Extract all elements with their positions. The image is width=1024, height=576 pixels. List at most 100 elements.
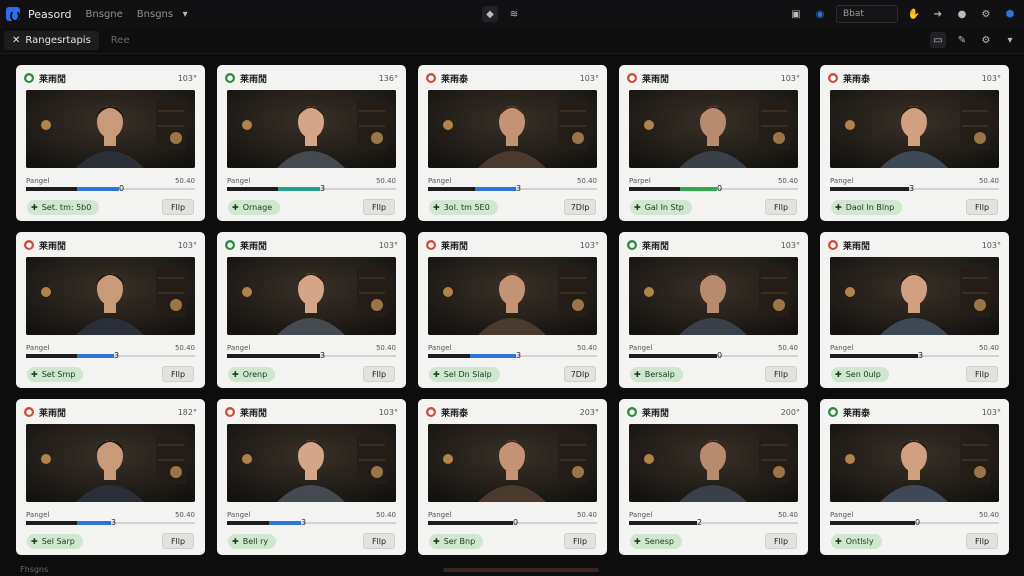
- slider-handle[interactable]: 3: [320, 184, 325, 193]
- video-card[interactable]: ● 莱雨閒 182° Pangel 50.40 3 ✚ Sel Sarp Fll…: [16, 399, 205, 555]
- video-card[interactable]: ● 莱雨泰 203° Pangel 50.40 0 ✚ Ser Bnp Fllp: [418, 399, 607, 555]
- sync-icon[interactable]: ◉: [812, 6, 828, 22]
- video-thumbnail[interactable]: [26, 424, 195, 502]
- action-pill-button[interactable]: ✚ Daol In Blnp: [831, 200, 903, 215]
- menu-item-1[interactable]: Bnsgne: [86, 9, 123, 20]
- flip-button[interactable]: Fllp: [966, 199, 998, 215]
- flip-button[interactable]: Fllp: [966, 366, 998, 382]
- shield-icon[interactable]: ⬢: [1002, 6, 1018, 22]
- horizontal-scrollbar[interactable]: [443, 568, 599, 572]
- video-thumbnail[interactable]: [830, 424, 999, 502]
- video-card[interactable]: ● 莱雨閒 136° Pangel 50.40 3 ✚ Ornage Fllp: [217, 65, 406, 221]
- video-card[interactable]: ● 莱雨泰 103°: [820, 65, 1009, 221]
- hand-icon[interactable]: ✋: [906, 6, 922, 22]
- video-thumbnail[interactable]: [26, 257, 195, 335]
- chevron-down-icon[interactable]: ▾: [177, 6, 193, 22]
- progress-slider[interactable]: 3: [830, 184, 999, 193]
- profile-icon[interactable]: ●: [954, 6, 970, 22]
- action-pill-button[interactable]: ✚ Ser Bnp: [429, 534, 484, 549]
- action-pill-button[interactable]: ✚ Senesp: [630, 534, 682, 549]
- action-pill-button[interactable]: ✚ Orenp: [228, 367, 276, 382]
- video-card[interactable]: ● 莱雨閒 103°: [16, 232, 205, 388]
- action-pill-button[interactable]: ✚ Sel Sarp: [27, 534, 83, 549]
- action-pill-button[interactable]: ✚ Gal In Stp: [630, 200, 692, 215]
- action-pill-button[interactable]: ✚ Set. tm: 5b0: [27, 200, 100, 215]
- slider-handle[interactable]: 0: [513, 518, 518, 527]
- progress-slider[interactable]: 3: [227, 518, 396, 527]
- flip-button[interactable]: Fllp: [765, 533, 797, 549]
- close-icon[interactable]: ✕: [12, 35, 20, 46]
- slider-handle[interactable]: 3: [320, 351, 325, 360]
- video-thumbnail[interactable]: [629, 90, 798, 168]
- action-pill-button[interactable]: ✚ Ontlsly: [831, 534, 882, 549]
- flip-button[interactable]: Fllp: [966, 533, 998, 549]
- slider-handle[interactable]: 3: [114, 351, 119, 360]
- flip-button[interactable]: Fllp: [363, 199, 395, 215]
- gear-icon[interactable]: ⚙: [978, 32, 994, 48]
- progress-slider[interactable]: 0: [629, 184, 798, 193]
- playback-icon[interactable]: ◆: [482, 6, 498, 22]
- waveform-icon[interactable]: ≋: [506, 6, 522, 22]
- action-pill-button[interactable]: ✚ 3ol. tm 5E0: [429, 200, 498, 215]
- flip-button[interactable]: Fllp: [162, 533, 194, 549]
- slider-handle[interactable]: 3: [516, 351, 521, 360]
- video-card[interactable]: ● 莱雨閒 103°: [418, 232, 607, 388]
- slider-handle[interactable]: 3: [909, 184, 914, 193]
- slider-handle[interactable]: 3: [918, 351, 923, 360]
- progress-slider[interactable]: 2: [629, 518, 798, 527]
- forward-icon[interactable]: ➔: [930, 6, 946, 22]
- slider-handle[interactable]: 3: [516, 184, 521, 193]
- action-pill-button[interactable]: ✚ Bell ry: [228, 534, 277, 549]
- progress-slider[interactable]: 3: [227, 184, 396, 193]
- tab-main[interactable]: ✕ Rangesrtapis: [4, 31, 99, 50]
- pin-icon[interactable]: ✎: [954, 32, 970, 48]
- video-thumbnail[interactable]: [830, 90, 999, 168]
- video-card[interactable]: ● 莱雨閒 103°: [16, 65, 205, 221]
- slider-handle[interactable]: 0: [119, 184, 124, 193]
- menu-item-2[interactable]: Bnsgns: [137, 9, 173, 20]
- slider-handle[interactable]: 3: [111, 518, 116, 527]
- video-card[interactable]: ● 莱雨閒 103°: [619, 65, 808, 221]
- video-thumbnail[interactable]: [26, 90, 195, 168]
- progress-slider[interactable]: 3: [428, 351, 597, 360]
- flip-button[interactable]: Fllp: [162, 366, 194, 382]
- progress-slider[interactable]: 0: [830, 518, 999, 527]
- slider-handle[interactable]: 2: [697, 518, 702, 527]
- video-thumbnail[interactable]: [227, 424, 396, 502]
- flip-button[interactable]: 7Dlp: [564, 199, 596, 215]
- progress-slider[interactable]: 0: [629, 351, 798, 360]
- progress-slider[interactable]: 0: [26, 184, 195, 193]
- video-thumbnail[interactable]: [227, 257, 396, 335]
- video-card[interactable]: ● 莱雨閒 103°: [820, 232, 1009, 388]
- slider-handle[interactable]: 0: [717, 351, 722, 360]
- search-input[interactable]: Bbat: [836, 5, 898, 23]
- progress-slider[interactable]: 3: [26, 518, 195, 527]
- progress-slider[interactable]: 3: [26, 351, 195, 360]
- slider-handle[interactable]: 3: [301, 518, 306, 527]
- action-pill-button[interactable]: ✚ Set Smp: [27, 367, 84, 382]
- slider-handle[interactable]: 0: [915, 518, 920, 527]
- slider-handle[interactable]: 0: [717, 184, 722, 193]
- progress-slider[interactable]: 3: [227, 351, 396, 360]
- action-pill-button[interactable]: ✚ Bersalp: [630, 367, 683, 382]
- flip-button[interactable]: Fllp: [363, 366, 395, 382]
- flip-button[interactable]: Fllp: [363, 533, 395, 549]
- flip-button[interactable]: Fllp: [765, 366, 797, 382]
- flip-button[interactable]: Fllp: [564, 533, 596, 549]
- action-pill-button[interactable]: ✚ Sel Dn Slalp: [429, 367, 500, 382]
- tab-secondary[interactable]: Ree: [103, 31, 138, 50]
- progress-slider[interactable]: 3: [428, 184, 597, 193]
- video-thumbnail[interactable]: [629, 424, 798, 502]
- video-card[interactable]: ● 莱雨閒 200° Pangel 50.40 2 ✚ Senesp Fllp: [619, 399, 808, 555]
- flip-button[interactable]: Fllp: [765, 199, 797, 215]
- chevron-down-icon[interactable]: ▾: [1002, 32, 1018, 48]
- video-thumbnail[interactable]: [227, 90, 396, 168]
- settings-icon[interactable]: ⚙: [978, 6, 994, 22]
- video-card[interactable]: ● 莱雨泰 103°: [418, 65, 607, 221]
- progress-slider[interactable]: 3: [830, 351, 999, 360]
- video-thumbnail[interactable]: [428, 424, 597, 502]
- action-pill-button[interactable]: ✚ Ornage: [228, 200, 281, 215]
- flip-button[interactable]: Fllp: [162, 199, 194, 215]
- video-card[interactable]: ● 莱雨閒 103°: [619, 232, 808, 388]
- video-card[interactable]: ● 莱雨閒 103°: [217, 399, 406, 555]
